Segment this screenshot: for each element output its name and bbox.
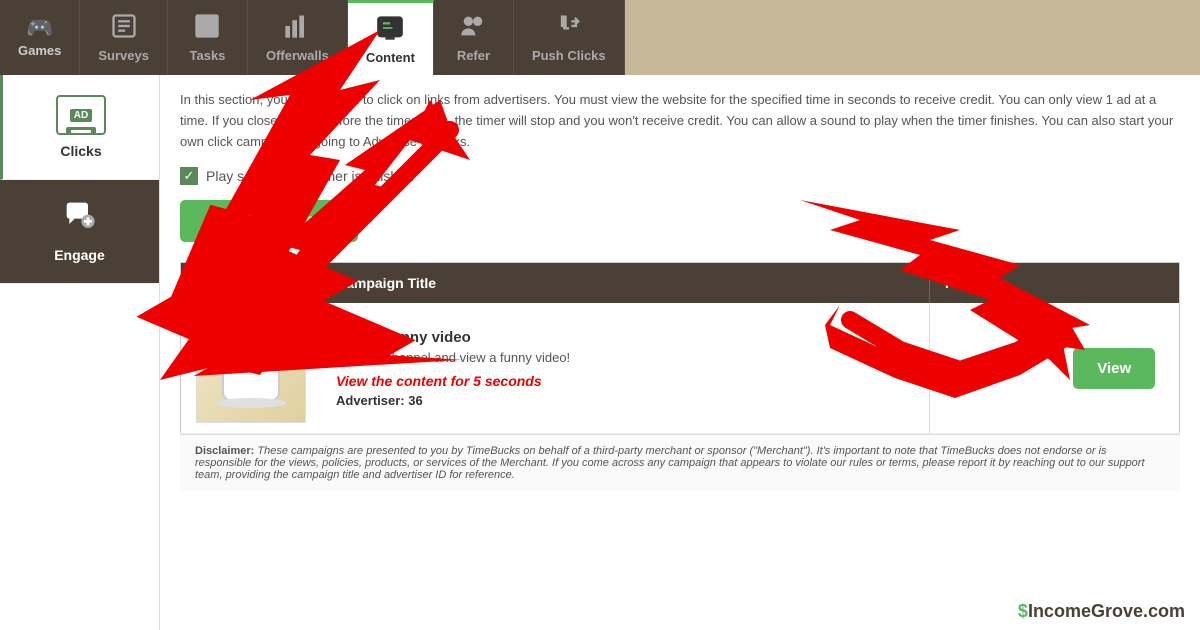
nav-label-refer: Refer (457, 48, 490, 63)
nav-item-pushclicks[interactable]: Push Clicks (514, 0, 625, 75)
campaign-image-cell (181, 303, 322, 434)
campaign-thumbnail (196, 313, 306, 423)
info-text: In this section, you will get paid to cl… (180, 90, 1180, 152)
top-navigation: 🎮 Games Surveys Tasks (0, 0, 1200, 75)
table-header-action (1050, 263, 1180, 304)
campaign-action-cell: View (1050, 303, 1180, 434)
watermark-text: IncomeGrove.com (1028, 601, 1185, 621)
main-wrapper: AD Clicks Engage In this section, yo (0, 75, 1200, 630)
engage-icon (64, 200, 96, 239)
nav-label-offerwalls: Offerwalls (266, 48, 329, 63)
table-header-image (181, 263, 322, 304)
table-header-row: Campaign Title Payout (181, 263, 1180, 304)
nav-item-offerwalls[interactable]: Offerwalls (248, 0, 348, 75)
refer-icon (459, 12, 487, 44)
campaign-table: Campaign Title Payout (180, 262, 1180, 434)
sidebar-clicks-label: Clicks (60, 143, 101, 159)
campaign-duration: View the content for 5 seconds (336, 373, 914, 389)
disclaimer-label: Disclaimer: (195, 445, 254, 457)
nav-item-surveys[interactable]: Surveys (80, 0, 168, 75)
buy-clicks-button[interactable]: Buy Clicks Here (180, 200, 358, 242)
campaign-payout-cell: 0.001 (930, 303, 1050, 434)
campaign-subtitle: Join the channel and view a funny video! (336, 350, 914, 365)
sound-checkbox-row: ✓ Play sound when timer is finished (180, 167, 1180, 185)
table-header-title: Campaign Title (321, 263, 930, 304)
nav-label-content: Content (366, 50, 415, 65)
nav-item-content[interactable]: Content (348, 0, 434, 75)
pushclicks-icon (555, 12, 583, 44)
content-icon (376, 14, 404, 46)
nav-item-refer[interactable]: Refer (434, 0, 514, 75)
nav-label-tasks: Tasks (190, 48, 226, 63)
table-row: View a funny video Join the channel and … (181, 303, 1180, 434)
tasks-icon (193, 12, 221, 44)
content-area: In this section, you will get paid to cl… (160, 75, 1200, 630)
disclaimer-text: These campaigns are presented to you by … (195, 445, 1145, 481)
surveys-icon (110, 12, 138, 44)
campaign-title: View a funny video (336, 329, 914, 346)
nav-label-surveys: Surveys (98, 48, 149, 63)
sound-checkbox[interactable]: ✓ (180, 167, 198, 185)
watermark-dollar: $ (1018, 601, 1028, 621)
payout-value: 0.001 (973, 360, 1006, 375)
view-button[interactable]: View (1073, 348, 1155, 389)
disclaimer: Disclaimer: These campaigns are presente… (180, 434, 1180, 491)
watermark: $IncomeGrove.com (1018, 601, 1185, 622)
offerwalls-icon (283, 12, 311, 44)
sound-checkbox-label: Play sound when timer is finished (206, 168, 414, 184)
table-header-payout: Payout (930, 263, 1050, 304)
nav-item-games[interactable]: 🎮 Games (0, 0, 80, 75)
sidebar-item-clicks[interactable]: AD Clicks (0, 75, 159, 180)
clicks-ad-icon: AD (56, 95, 106, 135)
games-icon: 🎮 (26, 17, 53, 39)
sidebar-item-engage[interactable]: Engage (0, 180, 159, 284)
campaign-advertiser: Advertiser: 36 (336, 393, 914, 408)
nav-item-tasks[interactable]: Tasks (168, 0, 248, 75)
sidebar: AD Clicks Engage (0, 75, 160, 630)
nav-label-pushclicks: Push Clicks (532, 48, 606, 63)
campaign-details-cell: View a funny video Join the channel and … (321, 303, 930, 434)
sidebar-engage-label: Engage (54, 247, 105, 263)
nav-label-games: Games (18, 43, 61, 58)
